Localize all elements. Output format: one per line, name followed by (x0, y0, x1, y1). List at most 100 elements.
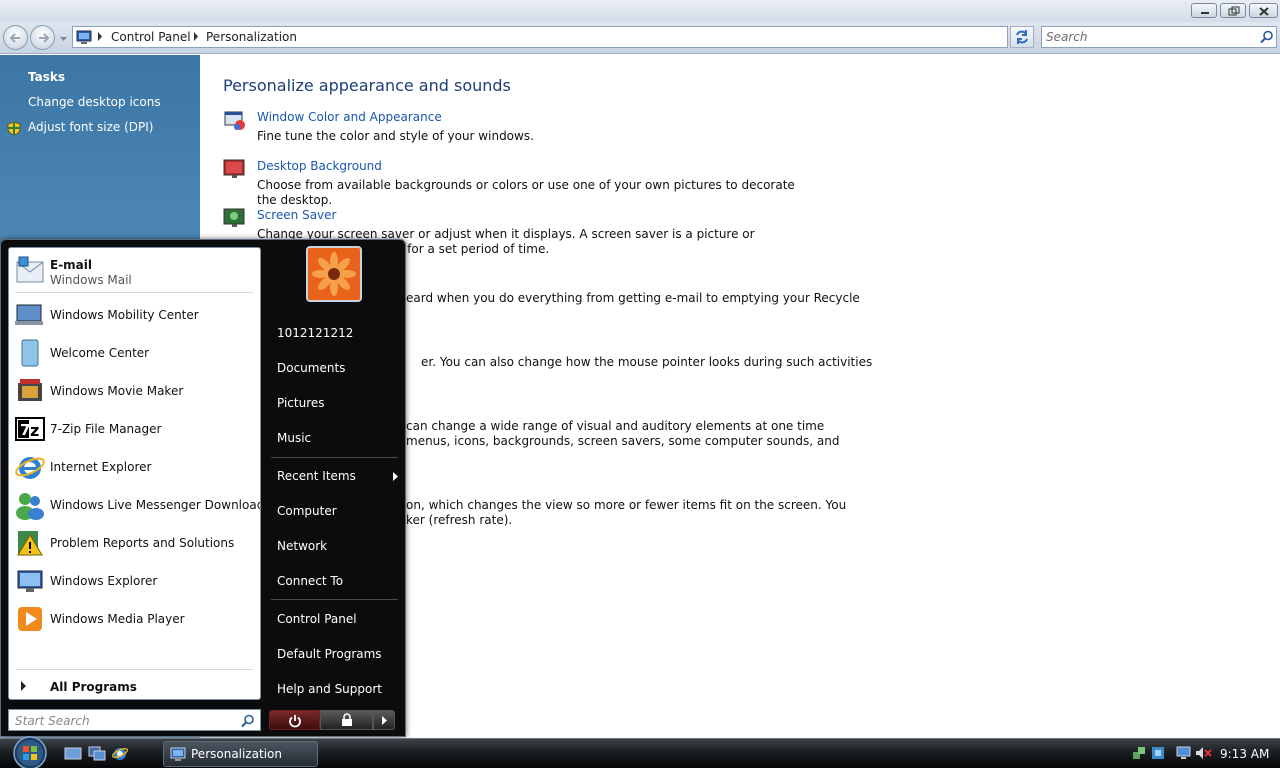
start-button[interactable] (9, 733, 51, 768)
program-label: Internet Explorer (50, 460, 152, 474)
recent-pages-dropdown-icon[interactable] (59, 36, 68, 42)
all-programs-label: All Programs (50, 680, 137, 694)
window-color-link[interactable]: Window Color and Appearance (257, 110, 442, 124)
program-item-windows-movie-maker[interactable]: Windows Movie Maker (9, 373, 260, 409)
program-item-problem-reports[interactable]: Problem Reports and Solutions (9, 525, 260, 561)
lock-icon (342, 713, 352, 726)
address-bar[interactable]: Control Panel Personalization (72, 26, 1072, 48)
settings-separator (271, 599, 398, 600)
tray-windows-defender-icon[interactable] (1150, 745, 1166, 761)
forward-button[interactable] (30, 25, 55, 50)
svg-text:z: z (30, 421, 39, 440)
breadcrumb-separator-icon[interactable] (97, 32, 103, 41)
display-settings-description-partial-2: ker (refresh rate). (406, 513, 513, 527)
refresh-button[interactable] (1010, 26, 1034, 48)
user-account-picture[interactable] (306, 246, 362, 302)
theme-description-partial-1: can change a wide range of visual and au… (406, 419, 825, 433)
program-item-7zip[interactable]: 7z 7-Zip File Manager (9, 411, 260, 447)
network-link[interactable]: Network (269, 533, 399, 559)
pinned-separator (15, 292, 253, 293)
search-icon[interactable] (1260, 30, 1274, 44)
connect-to-link[interactable]: Connect To (269, 568, 399, 594)
minimize-icon (1201, 12, 1209, 14)
screen-saver-icon[interactable] (223, 206, 247, 230)
desktop-background-description: Choose from available backgrounds or col… (257, 178, 795, 207)
lock-button[interactable] (320, 710, 373, 730)
documents-link[interactable]: Documents (269, 355, 399, 381)
start-search-input[interactable] (15, 713, 225, 728)
taskbar: Personalization 9:13 AM (0, 736, 1280, 768)
program-label: Welcome Center (50, 346, 150, 360)
tray-network-icon[interactable] (1131, 745, 1147, 761)
search-input[interactable] (1046, 29, 1246, 45)
screen-saver-link[interactable]: Screen Saver (257, 208, 336, 222)
taskbar-button-personalization[interactable]: Personalization (163, 741, 318, 767)
program-item-internet-explorer[interactable]: Internet Explorer (9, 449, 260, 485)
clock[interactable]: 9:13 AM (1220, 747, 1269, 761)
switch-windows-icon[interactable] (88, 745, 106, 762)
pinned-email-title: E-mail (50, 258, 93, 272)
music-link[interactable]: Music (269, 425, 399, 451)
window-color-icon[interactable] (223, 108, 247, 132)
default-programs-link[interactable]: Default Programs (269, 641, 399, 667)
page-title: Personalize appearance and sounds (223, 76, 511, 95)
program-label: Windows Mobility Center (50, 308, 199, 322)
internet-explorer-icon[interactable] (111, 745, 129, 762)
start-menu-programs-pane: E-mail Windows Mail Windows Mobility Cen… (8, 247, 261, 700)
back-button[interactable] (3, 25, 28, 50)
display-settings-description-partial-1: on, which changes the view so more or fe… (406, 498, 847, 512)
all-programs-separator (15, 669, 253, 670)
power-button[interactable] (269, 710, 320, 730)
breadcrumb-control-panel[interactable]: Control Panel (111, 30, 191, 44)
svg-text:7: 7 (20, 421, 30, 439)
minimize-button[interactable] (1191, 3, 1217, 18)
windows-explorer-icon (17, 570, 43, 592)
program-label: 7-Zip File Manager (50, 422, 162, 436)
control-panel-link[interactable]: Control Panel (269, 606, 399, 632)
program-label: Problem Reports and Solutions (50, 536, 235, 550)
start-menu: E-mail Windows Mail Windows Mobility Cen… (0, 239, 406, 737)
tasks-heading: Tasks (28, 70, 66, 84)
program-item-windows-media-player[interactable]: Windows Media Player (9, 601, 260, 637)
show-desktop-icon[interactable] (64, 745, 82, 762)
taskbar-button-label: Personalization (191, 747, 282, 761)
adjust-font-size-link[interactable]: Adjust font size (DPI) (28, 120, 153, 134)
window-color-description: Fine tune the color and style of your wi… (257, 129, 534, 143)
recent-items-link[interactable]: Recent Items (269, 463, 399, 489)
control-panel-icon (170, 747, 186, 761)
address-toolbar: Control Panel Personalization (0, 22, 1280, 54)
program-item-windows-explorer[interactable]: Windows Explorer (9, 563, 260, 599)
sounds-description-partial: eard when you do everything from getting… (406, 291, 860, 305)
breadcrumb-separator-icon[interactable] (193, 32, 199, 41)
flower-icon (308, 248, 360, 300)
program-label: Windows Media Player (50, 612, 185, 626)
pictures-link[interactable]: Pictures (269, 390, 399, 416)
breadcrumb-personalization[interactable]: Personalization (206, 30, 297, 44)
help-and-support-link[interactable]: Help and Support (269, 676, 399, 702)
computer-link[interactable]: Computer (269, 498, 399, 524)
change-desktop-icons-link[interactable]: Change desktop icons (28, 95, 161, 109)
right-arrow-icon (382, 716, 387, 725)
search-icon[interactable] (241, 714, 255, 728)
desktop-background-link[interactable]: Desktop Background (257, 159, 382, 173)
mobility-center-icon (15, 304, 43, 325)
desktop-background-icon[interactable] (223, 157, 247, 181)
movie-maker-icon (18, 379, 42, 401)
program-label: Windows Movie Maker (50, 384, 184, 398)
program-item-windows-mobility-center[interactable]: Windows Mobility Center (9, 297, 260, 333)
problem-reports-icon (17, 531, 43, 556)
program-item-welcome-center[interactable]: Welcome Center (9, 335, 260, 371)
pinned-email-item[interactable]: E-mail Windows Mail (9, 252, 260, 290)
tray-display-icon[interactable] (1176, 745, 1192, 761)
program-item-windows-live-messenger[interactable]: Windows Live Messenger Download (9, 487, 260, 523)
mouse-pointers-description-partial: er. You can also change how the mouse po… (421, 355, 873, 369)
7zip-icon: 7z (15, 417, 45, 441)
user-folder-link[interactable]: 1012121212 (269, 320, 399, 346)
all-programs-button[interactable]: All Programs (9, 676, 260, 698)
program-label: Windows Explorer (50, 574, 158, 588)
restore-button[interactable] (1220, 3, 1246, 18)
uac-shield-icon (7, 121, 21, 136)
shutdown-options-button[interactable] (373, 710, 395, 730)
tray-volume-muted-icon[interactable] (1195, 745, 1213, 761)
close-button[interactable] (1249, 3, 1278, 18)
